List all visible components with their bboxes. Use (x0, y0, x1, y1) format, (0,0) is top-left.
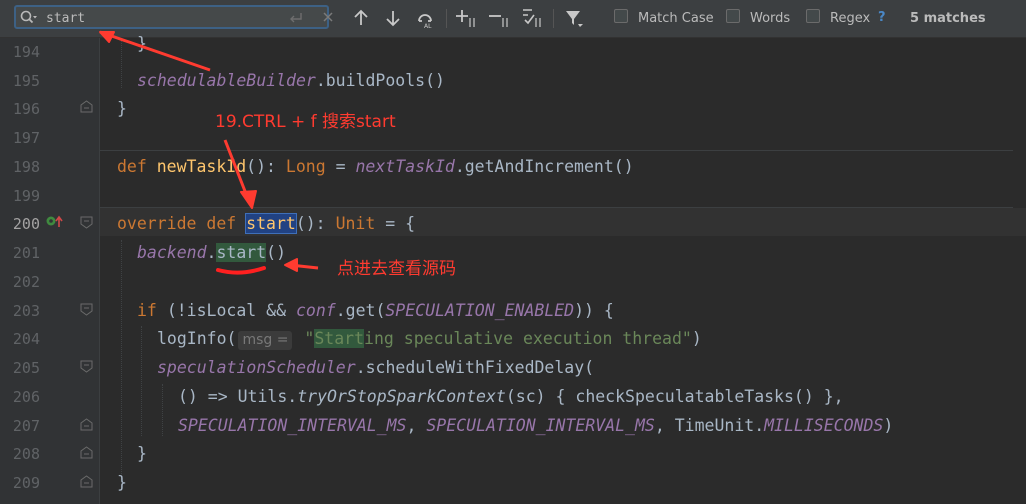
annotation-overlay (99, 30, 319, 275)
note-annotation: 点进去查看源码 (337, 259, 456, 279)
arrow-to-search (99, 30, 211, 72)
arrow-head-icon (99, 31, 115, 43)
step-annotation: 19.CTRL + f 搜索start (215, 112, 396, 132)
underline-mark (216, 266, 266, 275)
arrow-head-icon (240, 190, 257, 209)
arrow-head-icon (284, 258, 298, 272)
